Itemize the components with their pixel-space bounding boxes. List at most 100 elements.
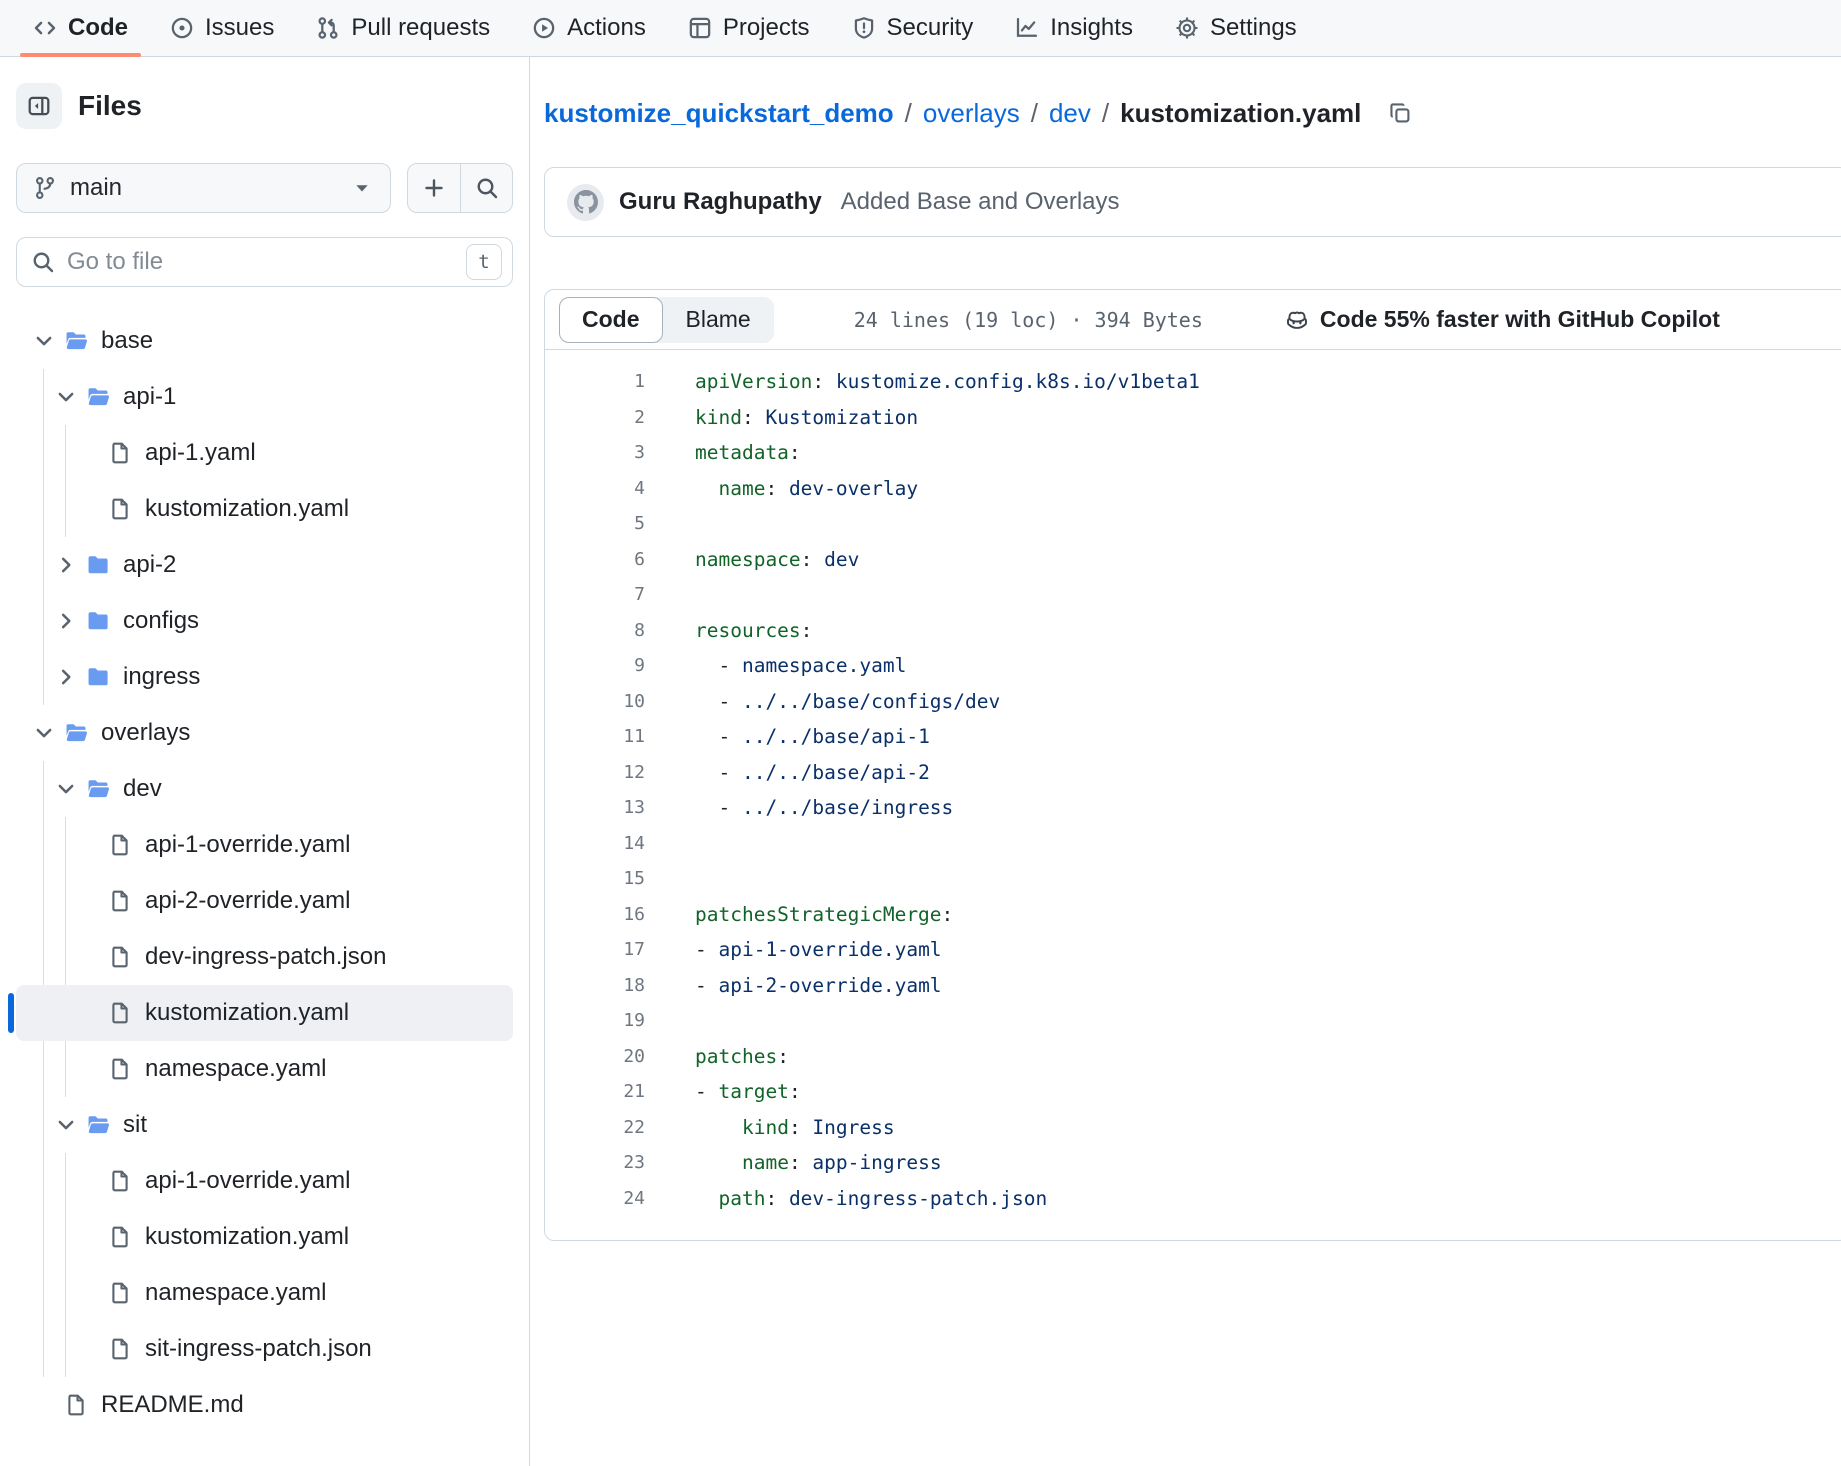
line-number[interactable]: 6 [545,542,645,578]
chevron-right-icon[interactable] [52,553,80,577]
tree-folder-configs[interactable]: configs [16,593,513,649]
line-number[interactable]: 15 [545,861,645,897]
tree-file-namespace.yaml[interactable]: namespace.yaml [16,1265,513,1321]
chevron-down-icon[interactable] [52,385,80,409]
file-icon [108,441,132,465]
nav-tab-pull-requests[interactable]: Pull requests [295,0,511,56]
line-content: - ../../base/api-2 [645,755,930,791]
line-number[interactable]: 24 [545,1181,645,1217]
tree-folder-api-1[interactable]: api-1 [16,369,513,425]
chevron-down-icon[interactable] [30,721,58,745]
tree-folder-sit[interactable]: sit [16,1097,513,1153]
nav-tab-insights[interactable]: Insights [994,0,1154,56]
branch-selector-button[interactable]: main [16,163,391,213]
chevron-right-icon[interactable] [52,609,80,633]
nav-tab-settings[interactable]: Settings [1154,0,1318,56]
chevron-down-icon[interactable] [52,1113,80,1137]
line-number[interactable]: 14 [545,826,645,862]
tree-folder-dev[interactable]: dev [16,761,513,817]
issue-icon [170,16,194,40]
tree-file-api-2-override.yaml[interactable]: api-2-override.yaml [16,873,513,929]
chevron-down-icon[interactable] [30,329,58,353]
commit-author[interactable]: Guru Raghupathy [619,188,822,216]
tree-file-README.md[interactable]: README.md [16,1377,513,1433]
line-number[interactable]: 20 [545,1039,645,1075]
file-tree-sidebar: Files main t baseapi-1api-1.yamlkustomi [0,57,530,1466]
line-number[interactable]: 2 [545,400,645,436]
nav-tab-issues[interactable]: Issues [149,0,295,56]
line-number[interactable]: 4 [545,471,645,507]
tree-file-namespace.yaml[interactable]: namespace.yaml [16,1041,513,1097]
line-number[interactable]: 10 [545,684,645,720]
line-number[interactable]: 13 [545,790,645,826]
line-number[interactable]: 3 [545,435,645,471]
file-toolbar: CodeBlame 24 lines (19 loc) · 394 Bytes … [545,290,1841,350]
folder-icon [86,1113,110,1137]
tree-file-kustomization.yaml[interactable]: kustomization.yaml [16,1209,513,1265]
line-content: namespace: dev [645,542,859,578]
line-number[interactable]: 21 [545,1074,645,1110]
line-number[interactable]: 5 [545,506,645,542]
line-number[interactable]: 18 [545,968,645,1004]
gear-icon [1175,16,1199,40]
line-number[interactable]: 8 [545,613,645,649]
line-number[interactable]: 17 [545,932,645,968]
line-content: name: dev-overlay [645,471,918,507]
code-view: 1apiVersion: kustomize.config.k8s.io/v1b… [545,350,1841,1240]
copy-path-button[interactable] [1384,97,1416,129]
nav-tab-actions[interactable]: Actions [511,0,667,56]
new-file-button[interactable] [408,164,460,212]
tree-file-sit-ingress-patch.json[interactable]: sit-ingress-patch.json [16,1321,513,1377]
chevron-right-icon[interactable] [52,665,80,689]
line-content: patches: [645,1039,789,1075]
line-number[interactable]: 23 [545,1145,645,1181]
line-number[interactable]: 12 [545,755,645,791]
file-icon [108,945,132,969]
nav-tab-security[interactable]: Security [831,0,995,56]
tree-file-api-1.yaml[interactable]: api-1.yaml [16,425,513,481]
tree-file-api-1-override.yaml[interactable]: api-1-override.yaml [16,1153,513,1209]
code-line: 20patches: [545,1039,1841,1075]
chevron-down-icon[interactable] [52,777,80,801]
go-to-file-input[interactable] [67,248,454,276]
line-content: - api-1-override.yaml [645,932,942,968]
copilot-banner[interactable]: Code 55% faster with GitHub Copilot [1285,306,1720,333]
line-number[interactable]: 19 [545,1003,645,1039]
tree-folder-ingress[interactable]: ingress [16,649,513,705]
breadcrumb-current-file: kustomization.yaml [1120,98,1361,129]
main-content: kustomize_quickstart_demo/overlays/dev/k… [530,57,1841,1466]
line-number[interactable]: 11 [545,719,645,755]
breadcrumb-link-dev[interactable]: dev [1049,98,1091,129]
search-tree-button[interactable] [460,164,512,212]
avatar[interactable] [567,184,604,221]
collapse-sidebar-button[interactable] [16,83,62,129]
file-icon [108,1337,132,1361]
tree-folder-api-2[interactable]: api-2 [16,537,513,593]
file-icon [108,889,132,913]
tab-code[interactable]: Code [559,297,663,343]
tree-file-dev-ingress-patch.json[interactable]: dev-ingress-patch.json [16,929,513,985]
commit-message[interactable]: Added Base and Overlays [841,188,1120,216]
breadcrumb-separator: / [1102,98,1109,129]
files-heading: Files [78,90,142,122]
folder-icon [86,553,110,577]
code-line: 16patchesStrategicMerge: [545,897,1841,933]
tree-file-api-1-override.yaml[interactable]: api-1-override.yaml [16,817,513,873]
line-number[interactable]: 22 [545,1110,645,1146]
tree-folder-base[interactable]: base [16,313,513,369]
tree-actions [407,163,513,213]
breadcrumb-link-overlays[interactable]: overlays [923,98,1020,129]
git-branch-icon [33,176,57,200]
nav-tab-code[interactable]: Code [12,0,149,56]
tree-file-kustomization.yaml[interactable]: kustomization.yaml [16,985,513,1041]
breadcrumb-link-kustomize_quickstart_demo[interactable]: kustomize_quickstart_demo [544,98,894,129]
nav-tab-projects[interactable]: Projects [667,0,831,56]
code-line: 14 [545,826,1841,862]
tree-folder-overlays[interactable]: overlays [16,705,513,761]
line-number[interactable]: 1 [545,364,645,400]
tab-blame[interactable]: Blame [663,297,774,343]
line-number[interactable]: 16 [545,897,645,933]
tree-file-kustomization.yaml[interactable]: kustomization.yaml [16,481,513,537]
line-number[interactable]: 7 [545,577,645,613]
line-number[interactable]: 9 [545,648,645,684]
